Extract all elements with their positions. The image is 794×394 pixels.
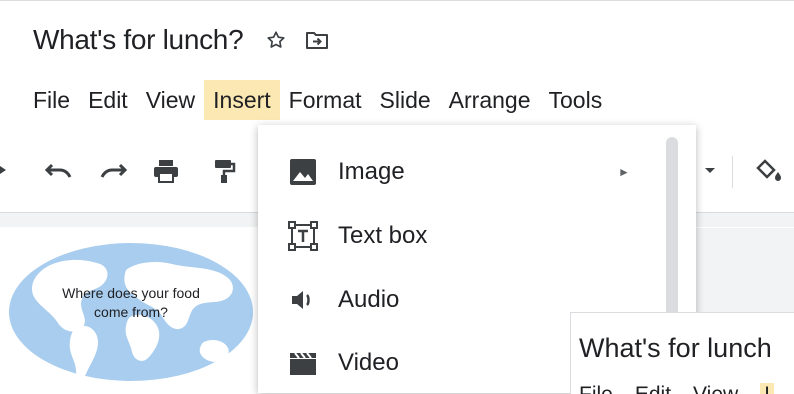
inset-menu-insert: I (760, 383, 775, 394)
move-to-folder-icon[interactable] (305, 29, 329, 51)
slide-panel: Where does your food come from? (0, 228, 258, 393)
insert-menu-image[interactable]: Image ► (258, 142, 678, 202)
menu-bar: File Edit View Insert Format Slide Arran… (24, 80, 611, 120)
paint-format-icon[interactable] (212, 158, 236, 184)
menu-slide[interactable]: Slide (371, 80, 440, 120)
audio-icon (286, 283, 320, 317)
star-icon[interactable] (265, 29, 287, 51)
redo-icon[interactable] (98, 158, 128, 182)
document-title[interactable]: What's for lunch? (33, 24, 244, 56)
top-border (0, 0, 794, 1)
fill-color-icon[interactable] (756, 158, 786, 184)
inset-preview: What's for lunch File Edit View I (570, 312, 794, 394)
title-row: What's for lunch? (33, 24, 329, 56)
video-icon (286, 346, 320, 380)
dropdown-arrow-icon[interactable] (704, 164, 716, 176)
insert-menu-text-box-label: Text box (338, 222, 428, 249)
inset-title: What's for lunch (579, 333, 772, 363)
inset-menu-view: View (693, 383, 738, 394)
image-icon (286, 155, 320, 189)
undo-icon[interactable] (44, 158, 74, 182)
insert-menu-image-label: Image (338, 158, 405, 185)
insert-menu-audio-label: Audio (338, 286, 400, 313)
inset-menu-file: File (579, 383, 613, 394)
menu-file[interactable]: File (24, 80, 79, 120)
slide-thumbnail-text: Where does your food come from? (8, 284, 254, 322)
toolbar-divider (732, 156, 733, 188)
insert-menu-text-box[interactable]: Text box (258, 206, 678, 266)
text-box-icon (286, 219, 320, 253)
thumbnail-text-line-1: Where does your food (62, 285, 200, 301)
menu-view[interactable]: View (137, 80, 204, 120)
menu-arrange[interactable]: Arrange (440, 80, 540, 120)
menu-edit[interactable]: Edit (79, 80, 137, 120)
inset-menu-edit: Edit (635, 383, 671, 394)
insert-menu-video-label: Video (338, 349, 399, 376)
chevron-left-icon[interactable] (0, 158, 8, 182)
menu-insert[interactable]: Insert (204, 80, 280, 120)
submenu-arrow-icon: ► (618, 165, 630, 179)
menu-tools[interactable]: Tools (540, 80, 612, 120)
thumbnail-text-line-2: come from? (94, 304, 168, 320)
print-icon[interactable] (152, 158, 180, 184)
menu-format[interactable]: Format (280, 80, 371, 120)
slide-thumbnail[interactable]: Where does your food come from? (8, 242, 254, 382)
inset-menu-bar: File Edit View I (579, 383, 794, 394)
